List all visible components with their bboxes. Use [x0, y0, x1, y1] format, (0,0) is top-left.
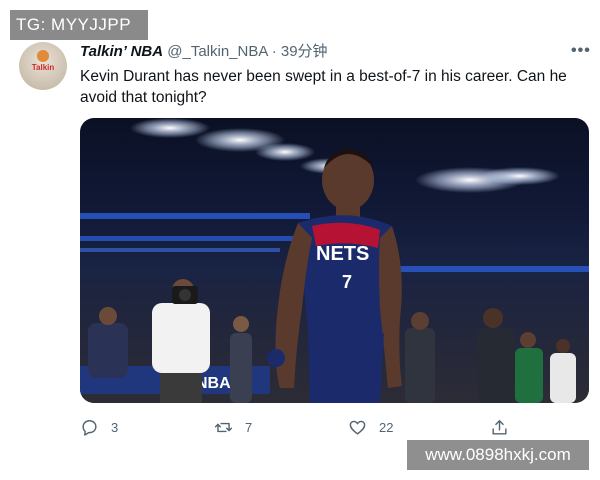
tweet-media-image[interactable]: NBA75 NETS 7: [80, 118, 589, 403]
share-icon: [492, 420, 507, 435]
arena-scene: NBA75 NETS 7: [80, 118, 589, 403]
tweet-actions: 3 7 22: [80, 418, 520, 438]
like-button[interactable]: 22: [348, 418, 393, 437]
reply-count: 3: [111, 420, 119, 435]
tweet-header: Talkin’ NBA @_Talkin_NBA · 39分钟: [80, 43, 328, 61]
share-button[interactable]: [490, 418, 509, 437]
separator-dot: ·: [271, 43, 277, 60]
jersey-number: 7: [342, 272, 352, 292]
tweet-text: Kevin Durant has never been swept in a b…: [80, 68, 567, 106]
retweet-count: 7: [245, 420, 253, 435]
display-name[interactable]: Talkin’ NBA: [80, 43, 163, 60]
like-count: 22: [379, 420, 394, 435]
reply-button[interactable]: 3: [80, 418, 118, 437]
retweet-icon: [214, 422, 233, 433]
watermark-top: TG: MYYJJPP: [10, 10, 148, 40]
player: NETS 7: [267, 148, 402, 403]
watermark-bottom: www.0898hxkj.com: [407, 440, 589, 470]
timestamp[interactable]: 39分钟: [281, 43, 328, 60]
avatar-label: Talkin: [31, 63, 55, 72]
basketball-icon: [37, 50, 49, 62]
reply-icon: [82, 420, 97, 436]
more-icon[interactable]: •••: [571, 42, 591, 60]
retweet-button[interactable]: 7: [214, 418, 252, 437]
tweet-page: TG: MYYJJPP Talkin Talkin’ NBA @_Talkin_…: [0, 0, 600, 480]
heart-icon: [349, 420, 366, 435]
jersey-text: NETS: [316, 243, 369, 265]
user-handle[interactable]: @_Talkin_NBA: [167, 43, 267, 60]
avatar[interactable]: Talkin: [19, 42, 67, 90]
